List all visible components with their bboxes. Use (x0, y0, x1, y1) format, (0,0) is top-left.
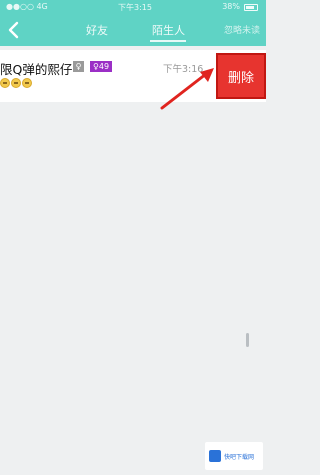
status-bar: ●●○○ 4G 下午3:15 38% (0, 0, 266, 14)
age-badge: ♀49 (90, 61, 113, 72)
ignore-unread-button[interactable]: 忽略未读 (224, 23, 260, 36)
status-carrier: ●●○○ 4G (6, 2, 48, 11)
status-battery-text: 38% (222, 2, 240, 11)
emoji-icon (11, 78, 21, 88)
delete-button[interactable]: 删除 (216, 53, 266, 99)
watermark-logo-icon (209, 450, 221, 462)
watermark-text: 快吧下载网 (224, 453, 255, 461)
scroll-indicator (246, 333, 249, 347)
annotation-arrow-icon (160, 68, 214, 110)
emoji-icon (0, 78, 10, 88)
app-screen: ●●○○ 4G 下午3:15 38% 好友 陌生人 忽略未读 限Q弹的熙仔 ♀ … (0, 0, 266, 475)
status-time: 下午3:15 (118, 3, 152, 12)
active-tab-indicator (150, 40, 186, 42)
chat-contact-name: 限Q弹的熙仔 (0, 62, 73, 77)
tab-strangers[interactable]: 陌生人 (152, 22, 185, 38)
watermark: 快吧下载网 (205, 442, 263, 470)
nav-header: ●●○○ 4G 下午3:15 38% 好友 陌生人 忽略未读 (0, 0, 266, 46)
back-button[interactable] (2, 18, 24, 42)
chevron-left-icon (8, 21, 19, 39)
battery-icon (244, 4, 258, 11)
emoji-icon (22, 78, 32, 88)
gender-badge: ♀ (73, 61, 84, 72)
tab-friends[interactable]: 好友 (86, 22, 108, 38)
